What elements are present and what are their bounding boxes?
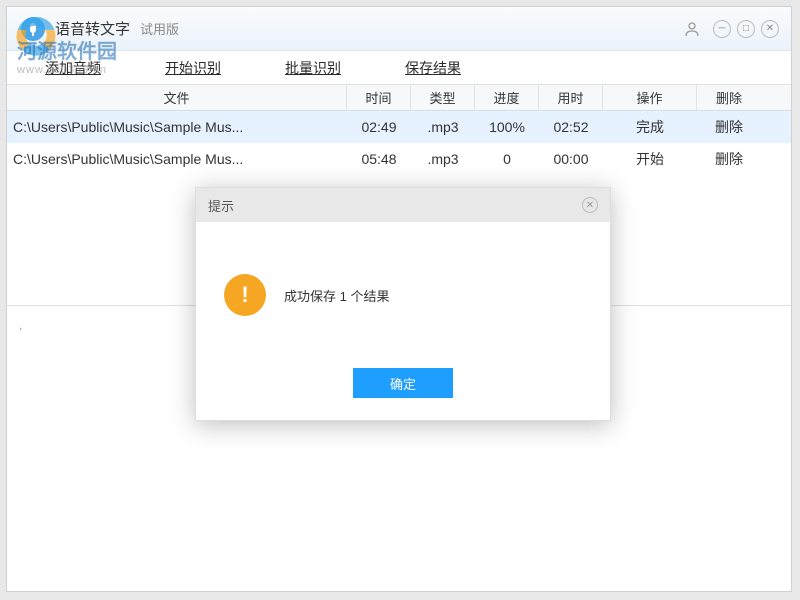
dialog-close-icon[interactable]: ✕ (582, 197, 598, 213)
dialog-ok-button[interactable]: 确定 (353, 368, 453, 398)
dialog-footer: 确定 (196, 368, 610, 398)
dialog-message: 成功保存 1 个结果 (284, 286, 389, 305)
dialog-title-text: 提示 (208, 196, 234, 215)
dialog: 提示 ✕ ! 成功保存 1 个结果 确定 (195, 187, 611, 421)
dialog-titlebar: 提示 ✕ (196, 188, 610, 222)
app-window: 语音转文字 试用版 ─ □ ✕ 河源软件园 www.pc0359.cn 添加音频… (6, 6, 792, 592)
dialog-backdrop: 提示 ✕ ! 成功保存 1 个结果 确定 (7, 7, 791, 591)
dialog-body: ! 成功保存 1 个结果 (196, 222, 610, 368)
warning-icon: ! (224, 274, 266, 316)
